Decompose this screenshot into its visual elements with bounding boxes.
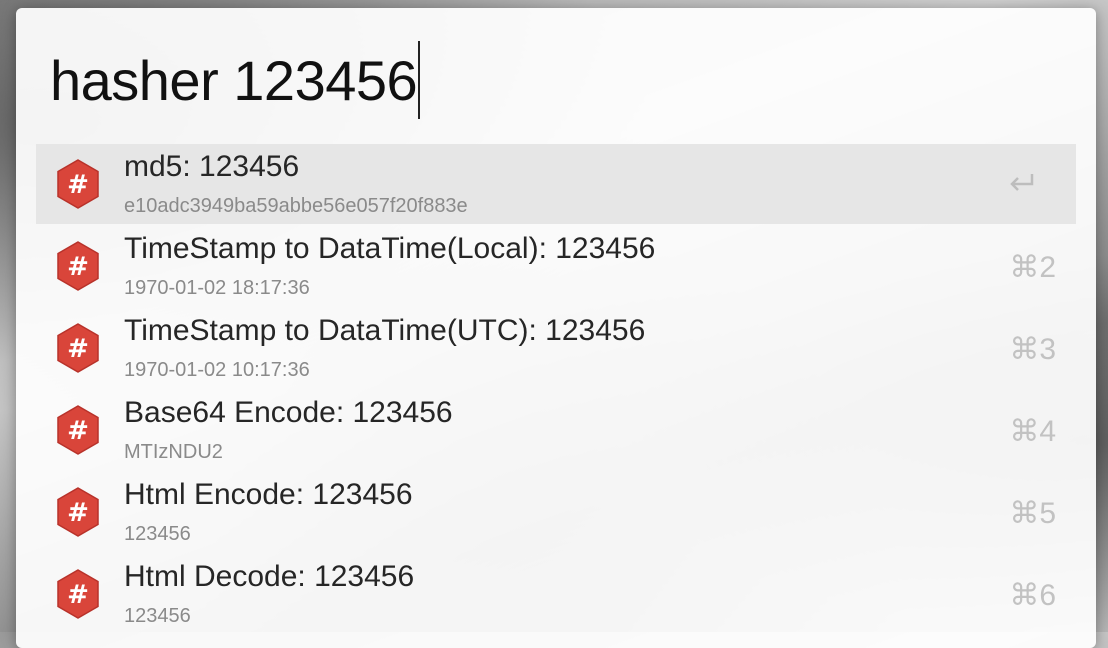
text-caret bbox=[418, 41, 421, 119]
search-input[interactable]: hasher 123456 bbox=[50, 48, 418, 113]
hash-icon: # bbox=[57, 569, 99, 619]
hash-icon: # bbox=[57, 323, 99, 373]
result-title: TimeStamp to DataTime(UTC): 123456 bbox=[124, 314, 646, 347]
svg-text:#: # bbox=[67, 498, 89, 528]
result-title: Html Encode: 123456 bbox=[124, 478, 413, 511]
shortcut-label: ⌘6 bbox=[1009, 579, 1056, 612]
result-row[interactable]: # Html Encode: 123456 123456 ⌘5 bbox=[36, 472, 1076, 552]
shortcut-label: ⌘2 bbox=[1009, 251, 1056, 284]
results-list: # md5: 123456 e10adc3949ba59abbe56e057f2… bbox=[36, 144, 1076, 636]
result-title: md5: 123456 bbox=[124, 150, 300, 183]
result-row[interactable]: # md5: 123456 e10adc3949ba59abbe56e057f2… bbox=[36, 144, 1076, 224]
result-subtitle: MTIzNDU2 bbox=[124, 441, 223, 463]
shortcut-label: ⌘5 bbox=[1009, 497, 1056, 530]
result-row[interactable]: # Base64 Encode: 123456 MTIzNDU2 ⌘4 bbox=[36, 390, 1076, 470]
return-key-icon bbox=[1010, 174, 1034, 191]
svg-text:#: # bbox=[67, 580, 89, 610]
search-bar[interactable]: hasher 123456 bbox=[50, 40, 421, 120]
result-title: Base64 Encode: 123456 bbox=[124, 396, 453, 429]
result-row[interactable]: # Html Decode: 123456 123456 ⌘6 bbox=[36, 554, 1076, 634]
result-title: TimeStamp to DataTime(Local): 123456 bbox=[124, 232, 656, 265]
result-title: Html Decode: 123456 bbox=[124, 560, 415, 593]
svg-text:#: # bbox=[67, 170, 89, 200]
hash-icon: # bbox=[57, 405, 99, 455]
launcher-window: hasher 123456 # md5: 123456 e10adc3949ba… bbox=[16, 8, 1096, 648]
result-subtitle: 1970-01-02 10:17:36 bbox=[124, 359, 310, 381]
hash-icon: # bbox=[57, 487, 99, 537]
result-subtitle: 123456 bbox=[124, 605, 191, 627]
result-row[interactable]: # TimeStamp to DataTime(Local): 123456 1… bbox=[36, 226, 1076, 306]
shortcut-label: ⌘3 bbox=[1009, 333, 1056, 366]
result-subtitle: e10adc3949ba59abbe56e057f20f883e bbox=[124, 195, 468, 217]
svg-text:#: # bbox=[67, 252, 89, 282]
hash-icon: # bbox=[57, 159, 99, 209]
svg-text:#: # bbox=[67, 334, 89, 364]
shortcut-label: ⌘4 bbox=[1009, 415, 1056, 448]
result-subtitle: 1970-01-02 18:17:36 bbox=[124, 277, 310, 299]
result-row[interactable]: # TimeStamp to DataTime(UTC): 123456 197… bbox=[36, 308, 1076, 388]
result-subtitle: 123456 bbox=[124, 523, 191, 545]
svg-text:#: # bbox=[67, 416, 89, 446]
hash-icon: # bbox=[57, 241, 99, 291]
